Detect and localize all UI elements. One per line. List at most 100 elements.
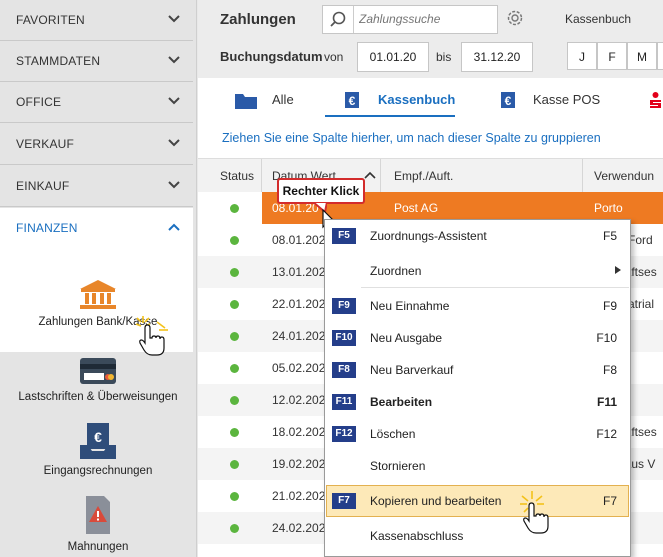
menu-key-badge: F5 [332,228,356,244]
menu-item-neu-ausgabe[interactable]: F10 Neu Ausgabe F10 [326,322,629,354]
chevron-down-icon [168,56,180,64]
search-button[interactable] [323,6,354,33]
warning-document-icon [86,496,110,534]
toolbar: Zahlungen Kassenbuch Buchungsdatum von 0… [198,0,663,78]
menu-item-shortcut: F7 [602,494,617,508]
cell-payee: Post AG [394,201,439,215]
table-header: Status Datum Wert Empf./Auft. Verwendun [198,158,663,193]
menu-item-shortcut: F11 [596,395,617,409]
menu-item-label: Neu Ausgabe [370,331,443,345]
hand-cursor-icon [135,316,168,356]
column-header-purpose[interactable]: Verwendun [594,169,654,183]
chevron-up-icon [168,223,180,231]
nav-label: Mahnungen [67,541,129,553]
euro-book-icon: € [345,92,359,108]
menu-item-neu-einnahme[interactable]: F9 Neu Einnahme F9 [326,290,629,322]
tab-label: Kassenbuch [378,92,456,107]
callout-text: Rechter Klick [282,184,360,198]
month-button[interactable]: F [597,42,627,70]
menu-item-neu-barverkauf[interactable]: F8 Neu Barverkauf F8 [326,354,629,386]
svg-text:€: € [349,94,356,108]
sidebar-section-office[interactable]: OFFICE [0,82,193,123]
menu-item-shortcut: F9 [602,299,617,313]
chevron-down-icon [168,97,180,105]
status-dot [230,364,239,373]
menu-item-kassenabschluss[interactable]: Kassenabschluss [326,520,629,552]
sidebar-section-einkauf[interactable]: EINKAUF [0,166,193,207]
status-dot [230,236,239,245]
tab-kassenbuch[interactable]: € Kassenbuch [344,90,456,116]
euro-pos-icon: € [501,92,515,108]
tab-label: Alle [272,92,294,107]
search-icon [330,11,346,27]
menu-item-loeschen[interactable]: F12 Löschen F12 [326,418,629,450]
search-box [322,5,498,34]
status-dot [230,492,239,501]
status-dot [230,460,239,469]
status-dot [230,332,239,341]
tab-kasse-pos[interactable]: € Kasse POS [500,90,610,116]
menu-item-label: Zuordnen [370,264,422,278]
group-by-hint: Ziehen Sie eine Spalte hierher, um nach … [222,131,601,145]
nav-label: Eingangsrechnungen [43,465,153,477]
folder-icon [235,94,257,109]
to-label: bis [436,50,452,64]
nav-label: Lastschriften & Überweisungen [18,391,178,403]
search-input[interactable] [359,12,491,26]
menu-key-badge: F10 [332,330,356,346]
sidebar: FAVORITEN STAMMDATEN OFFICE VERKAUF EINK… [0,0,197,557]
from-date-field[interactable]: 01.01.20 [357,42,429,72]
chevron-down-icon [168,15,180,23]
context-menu: F5 Zuordnungs-Assistent F5 Zuordnen F9 N… [324,219,631,557]
month-button[interactable]: M [627,42,657,70]
menu-key-badge: F11 [332,394,356,410]
status-dot [230,396,239,405]
gear-icon[interactable] [505,8,525,28]
from-label: von [324,50,344,64]
menu-item-label: Neu Einnahme [370,299,450,313]
sidebar-section-stammdaten[interactable]: STAMMDATEN [0,41,193,82]
sidebar-section-label: FAVORITEN [16,13,85,27]
month-button[interactable]: J [567,42,597,70]
menu-item-label: Kopieren und bearbeiten [370,494,502,508]
hand-cursor-icon [520,491,549,534]
cell-purpose: Porto [594,201,623,215]
status-dot [230,300,239,309]
to-date-field[interactable]: 31.12.20 [461,42,533,72]
sidebar-section-label: OFFICE [16,95,62,109]
menu-item-label: Neu Barverkauf [370,363,454,377]
tab-alle[interactable]: Alle [234,90,314,116]
menu-item-zuordnen[interactable]: Zuordnen [326,255,629,287]
card-icon [80,358,116,384]
sidebar-section-finanzen[interactable]: FINANZEN [0,208,193,249]
sort-ascending-icon [364,171,376,179]
svg-text:€: € [94,429,102,445]
menu-item-label: Zuordnungs-Assistent [370,229,487,243]
menu-item-zuordnungs-assistent[interactable]: F5 Zuordnungs-Assistent F5 [326,220,629,252]
chevron-down-icon [168,181,180,189]
nav-lastschriften[interactable]: Lastschriften & Überweisungen [0,356,196,403]
nav-eingangsrechnungen[interactable]: € Eingangsrechnungen [0,421,196,477]
column-header-status[interactable]: Status [220,169,254,183]
nav-mahnungen[interactable]: Mahnungen [0,494,196,553]
status-dot [230,204,239,213]
svg-text:€: € [505,94,512,108]
menu-item-label: Stornieren [370,459,426,473]
status-dot [230,524,239,533]
month-button[interactable] [657,42,663,70]
sidebar-section-favoriten[interactable]: FAVORITEN [0,0,193,41]
status-dot [230,268,239,277]
active-tab-indicator [325,115,455,117]
menu-item-shortcut: F10 [596,331,617,345]
menu-item-stornieren[interactable]: Stornieren [326,450,629,482]
menu-key-badge: F7 [332,493,356,509]
menu-item-bearbeiten[interactable]: F11 Bearbeiten F11 [326,386,629,418]
menu-item-label: Löschen [370,427,416,441]
sidebar-section-label: STAMMDATEN [16,54,101,68]
column-header-payee[interactable]: Empf./Auft. [394,169,453,183]
menu-item-kopieren-und-bearbeiten[interactable]: F7 Kopieren und bearbeiten F7 [326,485,629,517]
sparkasse-logo-icon [650,92,661,108]
submenu-arrow-icon [615,266,621,274]
date-filter-label: Buchungsdatum [220,49,323,64]
sidebar-section-verkauf[interactable]: VERKAUF [0,124,193,165]
